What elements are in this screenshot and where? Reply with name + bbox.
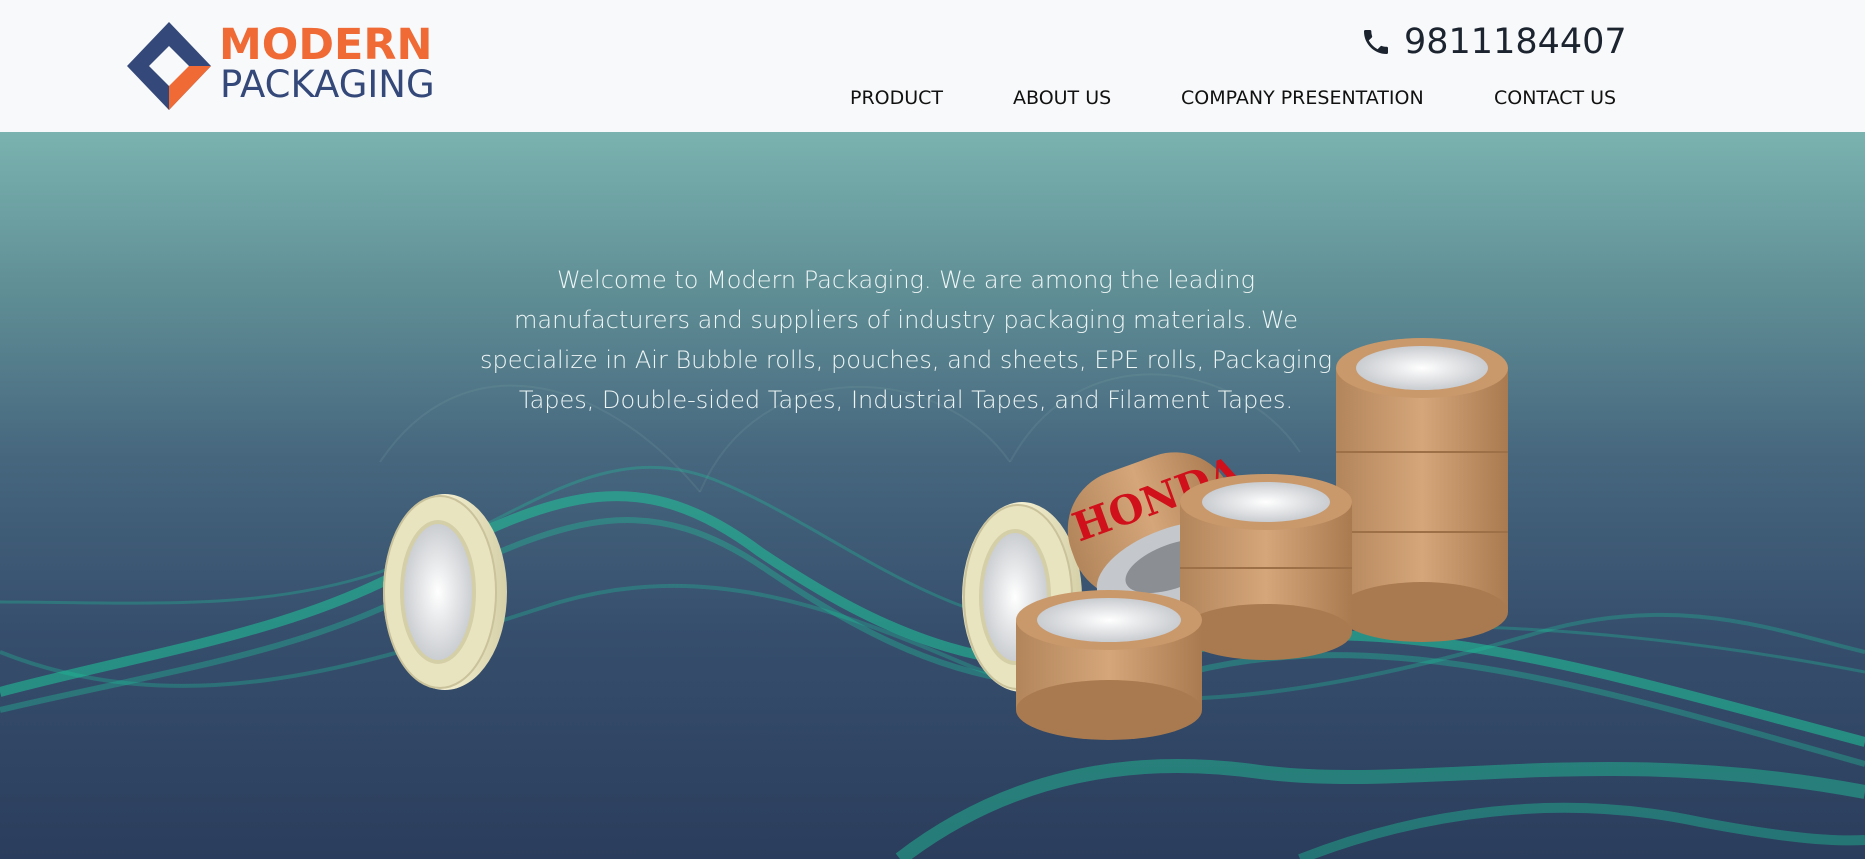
nav-item-company-presentation[interactable]: COMPANY PRESENTATION: [1181, 84, 1424, 112]
hero-illustration: HONDA: [0, 338, 1865, 859]
site-header: MODERN PACKAGING 9811184407 PRODUCT ABOU…: [0, 0, 1865, 132]
phone-link[interactable]: 9811184407: [1360, 18, 1627, 66]
logo-text-modern: MODERN: [219, 20, 433, 70]
nav-item-contact-us[interactable]: CONTACT US: [1494, 84, 1616, 112]
teal-waves: [0, 465, 1865, 859]
logo-diamond-icon: [127, 22, 211, 110]
nav-item-about-us[interactable]: ABOUT US: [1013, 84, 1111, 112]
hero-intro-text: Welcome to Modern Packaging. We are amon…: [479, 266, 1333, 414]
phone-number: 9811184407: [1404, 21, 1627, 62]
logo-text-packaging: PACKAGING: [220, 63, 435, 106]
brand-logo[interactable]: MODERN PACKAGING: [125, 20, 455, 112]
hero-banner: HONDA Welcome to Modern Packaging. We ar…: [0, 132, 1865, 859]
nav-item-product[interactable]: PRODUCT: [850, 84, 943, 112]
clear-tape-roll-icon: [383, 494, 507, 690]
phone-icon: [1364, 30, 1388, 54]
